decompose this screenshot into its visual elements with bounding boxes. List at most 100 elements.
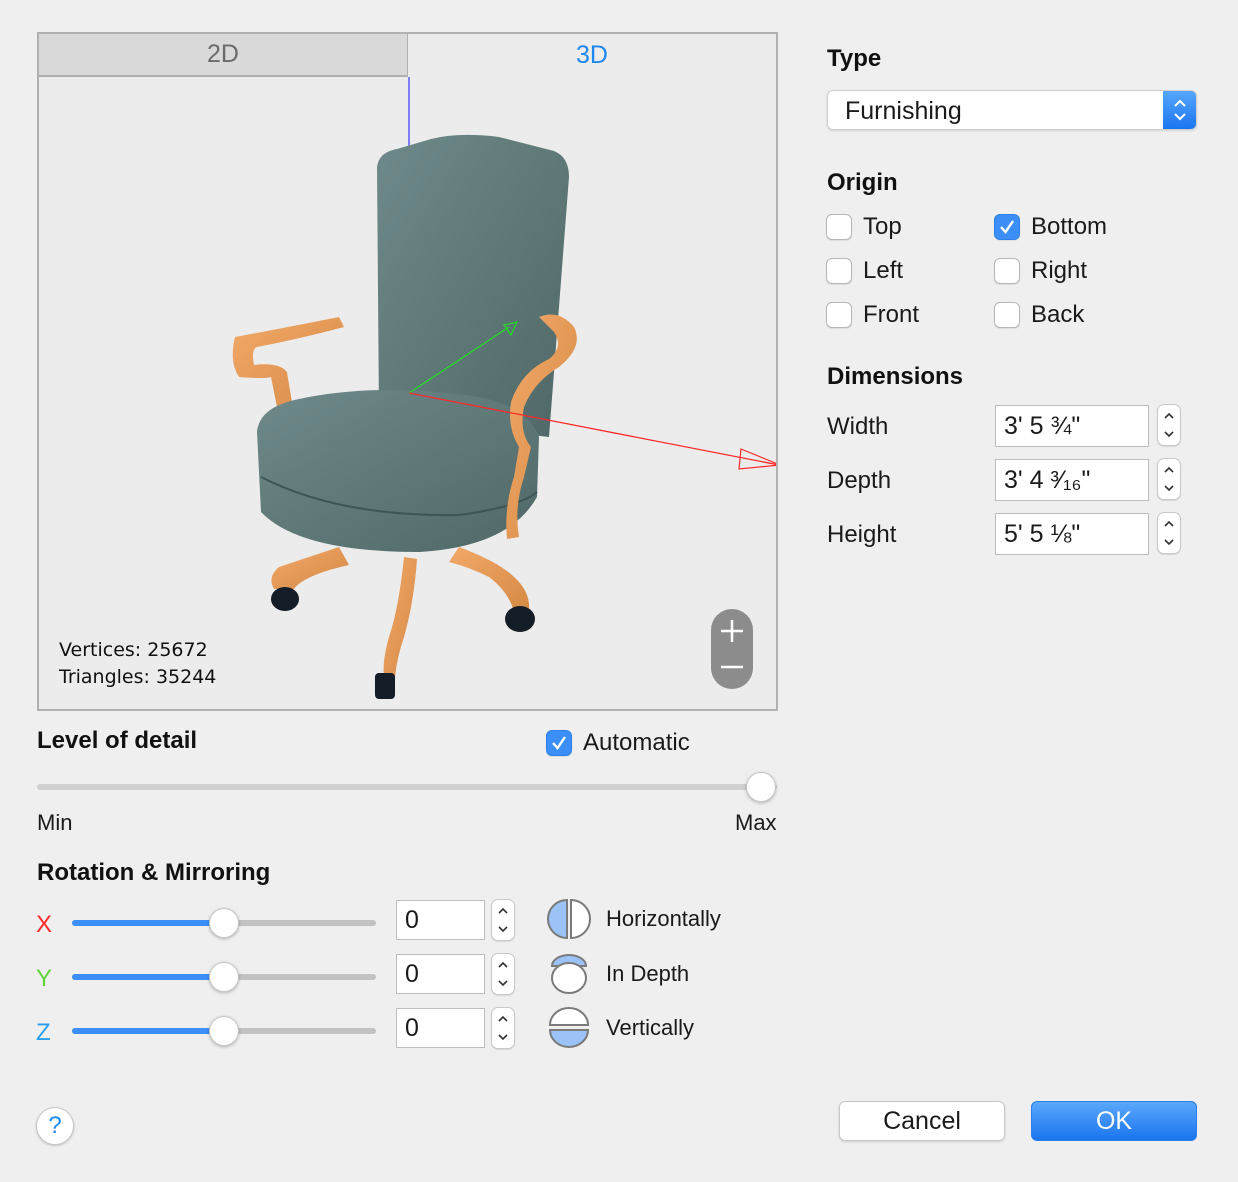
vertices-count: Vertices: 25672	[59, 639, 208, 661]
cancel-button[interactable]: Cancel	[839, 1101, 1005, 1141]
y-rotation-stepper[interactable]	[491, 953, 515, 995]
type-title: Type	[827, 45, 882, 72]
height-input[interactable]: 5' 5 ⅛"	[995, 513, 1149, 555]
origin-front-label: Front	[863, 301, 920, 328]
origin-title: Origin	[827, 169, 898, 196]
chair-caster	[375, 673, 395, 699]
origin-back-label: Back	[1031, 301, 1085, 328]
zoom-in-button[interactable]	[711, 611, 753, 651]
origin-right-option[interactable]: Right	[994, 257, 1087, 285]
chair-leg	[271, 547, 349, 589]
height-stepper[interactable]	[1157, 512, 1181, 554]
mirror-horizontally-button[interactable]: Horizontally	[546, 898, 721, 940]
x-rotation-slider[interactable]	[72, 908, 377, 938]
mirror-horizontally-label: Horizontally	[606, 906, 721, 931]
slider-knob[interactable]	[209, 908, 239, 938]
slider-fill	[72, 1028, 224, 1034]
model-stats: Vertices: 25672 Triangles: 35244	[59, 637, 216, 691]
slider-knob[interactable]	[746, 772, 776, 802]
slider-knob[interactable]	[209, 1016, 239, 1046]
view-tabs: 2D 3D	[37, 32, 778, 77]
y-rotation-input[interactable]: 0	[396, 954, 485, 994]
3d-preview-viewport[interactable]: Vertices: 25672 Triangles: 35244	[37, 77, 778, 711]
origin-top-checkbox[interactable]	[826, 214, 852, 240]
mirror-horizontal-icon	[547, 898, 591, 940]
mirror-vertical-icon	[548, 1007, 590, 1048]
checkmark-icon	[1000, 220, 1014, 234]
type-select-value: Furnishing	[845, 97, 962, 125]
chair-caster	[271, 587, 299, 611]
height-label: Height	[827, 521, 897, 548]
x-axis-label: X	[36, 911, 53, 938]
type-select[interactable]: Furnishing	[827, 90, 1197, 130]
mirror-vertically-label: Vertically	[606, 1015, 695, 1040]
origin-left-option[interactable]: Left	[826, 257, 903, 285]
chair-leg	[449, 547, 530, 612]
stepper-arrows-icon	[1164, 466, 1174, 492]
slider-fill	[72, 974, 224, 980]
checkmark-icon	[552, 736, 566, 750]
z-axis-label: Z	[36, 1019, 51, 1046]
width-input[interactable]: 3' 5 ¾"	[995, 405, 1149, 447]
tab-3d[interactable]: 3D	[408, 32, 778, 77]
zoom-control	[711, 609, 753, 689]
mirror-vertically-button[interactable]: Vertically	[546, 1006, 694, 1050]
chair-seat	[257, 389, 539, 552]
z-rotation-input[interactable]: 0	[396, 1008, 485, 1048]
stepper-arrows-icon	[498, 907, 508, 933]
chair-3d-model	[232, 77, 776, 699]
rotation-mirroring-title: Rotation & Mirroring	[37, 859, 271, 886]
origin-bottom-option[interactable]: Bottom	[994, 213, 1107, 241]
origin-bottom-label: Bottom	[1031, 213, 1108, 240]
z-rotation-slider[interactable]	[72, 1016, 377, 1046]
mirror-in-depth-label: In Depth	[606, 961, 690, 986]
origin-left-checkbox[interactable]	[826, 258, 852, 284]
stepper-arrows-icon	[498, 1015, 508, 1041]
slider-knob[interactable]	[209, 962, 239, 992]
origin-right-checkbox[interactable]	[994, 258, 1020, 284]
x-rotation-input[interactable]: 0	[396, 900, 485, 940]
chair-leg	[383, 557, 417, 677]
automatic-label: Automatic	[583, 729, 690, 756]
select-arrows-icon	[1163, 91, 1196, 129]
stepper-arrows-icon	[1164, 520, 1174, 546]
y-axis-label: Y	[36, 965, 53, 992]
depth-stepper[interactable]	[1157, 458, 1181, 500]
level-of-detail-title: Level of detail	[37, 727, 198, 754]
x-rotation-stepper[interactable]	[491, 899, 515, 941]
origin-top-label: Top	[863, 213, 902, 240]
automatic-checkbox[interactable]	[546, 730, 572, 756]
origin-bottom-checkbox[interactable]	[994, 214, 1020, 240]
y-rotation-slider[interactable]	[72, 962, 377, 992]
dimensions-title: Dimensions	[827, 363, 964, 390]
triangles-count: Triangles: 35244	[59, 666, 217, 688]
origin-front-checkbox[interactable]	[826, 302, 852, 328]
max-label: Max	[735, 810, 777, 835]
width-stepper[interactable]	[1157, 404, 1181, 446]
tab-2d[interactable]: 2D	[37, 32, 408, 77]
level-of-detail-slider[interactable]	[37, 772, 778, 802]
slider-fill	[72, 920, 224, 926]
mirror-in-depth-button[interactable]: In Depth	[546, 952, 689, 996]
depth-label: Depth	[827, 467, 892, 494]
min-label: Min	[37, 810, 73, 835]
origin-back-option[interactable]: Back	[994, 301, 1084, 329]
ok-button[interactable]: OK	[1031, 1101, 1197, 1141]
z-rotation-stepper[interactable]	[491, 1007, 515, 1049]
zoom-out-button[interactable]	[711, 647, 753, 687]
minus-icon	[721, 665, 743, 669]
stepper-arrows-icon	[498, 961, 508, 987]
help-button[interactable]: ?	[36, 1107, 74, 1145]
automatic-checkbox-row[interactable]: Automatic	[546, 729, 690, 757]
origin-front-option[interactable]: Front	[826, 301, 919, 329]
plus-icon	[721, 620, 743, 642]
origin-top-option[interactable]: Top	[826, 213, 902, 241]
chair-caster	[505, 606, 535, 632]
width-label: Width	[827, 413, 889, 440]
origin-right-label: Right	[1031, 257, 1088, 284]
stepper-arrows-icon	[1164, 412, 1174, 438]
depth-input[interactable]: 3' 4 ³⁄₁₆"	[995, 459, 1149, 501]
slider-track	[37, 784, 777, 790]
mirror-depth-icon	[550, 954, 588, 994]
origin-back-checkbox[interactable]	[994, 302, 1020, 328]
